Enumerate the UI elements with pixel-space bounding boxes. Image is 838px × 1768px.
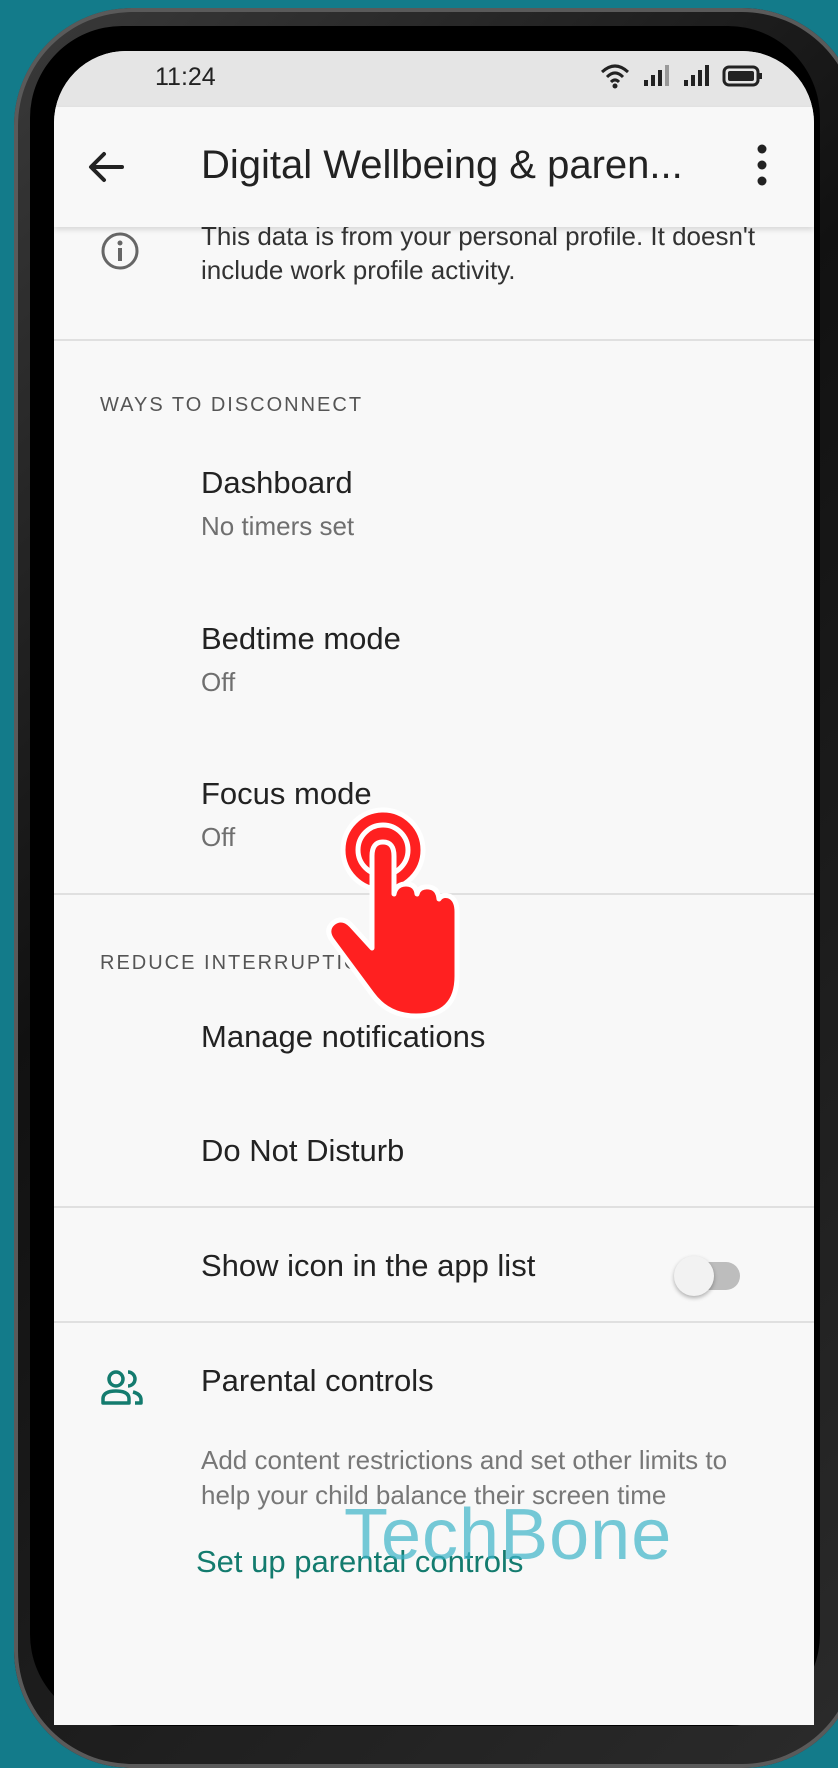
do-not-disturb-item[interactable]: Do Not Disturb [54,1133,814,1206]
do-not-disturb-title: Do Not Disturb [201,1133,405,1168]
manage-notifications-title: Manage notifications [201,1019,486,1054]
back-arrow-icon[interactable] [84,145,128,189]
info-row: This data is from your personal profile.… [54,221,814,339]
status-bar: 11:24 [54,51,814,107]
bedtime-mode-subtitle: Off [201,667,236,697]
signal-icon-2 [684,65,709,86]
dashboard-item[interactable]: Dashboard No timers set [54,465,814,621]
info-text: This data is from your personal profile.… [201,221,756,285]
section-header-ways-to-disconnect: WAYS TO DISCONNECT [100,394,364,416]
wifi-icon [600,64,630,89]
dashboard-title: Dashboard [201,465,353,500]
dashboard-subtitle: No timers set [201,511,355,541]
status-time: 11:24 [155,63,216,91]
signal-icon-1 [644,65,669,86]
parental-controls-title: Parental controls [201,1363,434,1398]
bedtime-mode-item[interactable]: Bedtime mode Off [54,621,814,776]
focus-mode-title: Focus mode [201,776,372,811]
tap-pointer-icon [326,807,460,1019]
bedtime-mode-title: Bedtime mode [201,621,401,656]
battery-icon [722,65,762,87]
manage-notifications-item[interactable]: Manage notifications [54,1018,814,1133]
focus-mode-subtitle: Off [201,822,236,852]
supervisor-account-icon [101,1370,143,1405]
watermark-logo: TechBone [344,1495,673,1575]
status-icons [600,63,764,89]
show-icon-toggle[interactable] [674,1256,740,1296]
toggle-thumb [674,1256,714,1296]
more-options-icon[interactable] [752,143,772,187]
app-bar: Digital Wellbeing & paren... [54,107,814,227]
info-icon [101,232,139,270]
show-icon-item[interactable]: Show icon in the app list [54,1208,814,1321]
page-title: Digital Wellbeing & paren... [201,143,683,187]
